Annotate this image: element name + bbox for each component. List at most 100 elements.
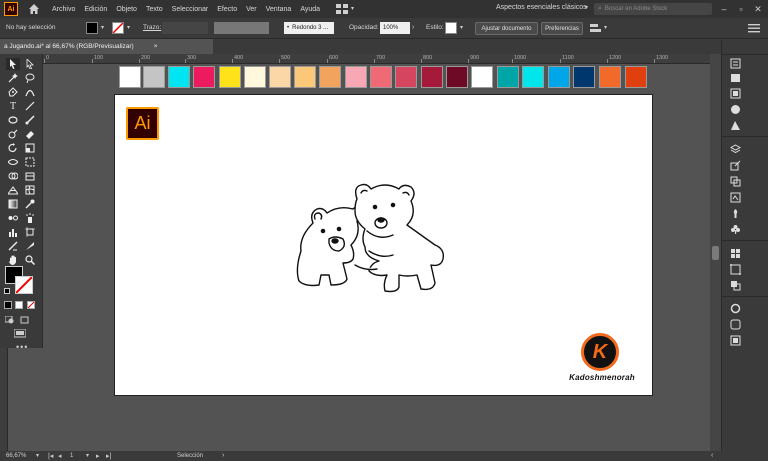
- align-panel-icon[interactable]: [729, 247, 741, 259]
- minimize-icon[interactable]: –: [717, 2, 731, 16]
- transparency-icon[interactable]: [729, 334, 741, 346]
- chevron-down-icon[interactable]: ▾: [36, 452, 39, 459]
- menu-texto[interactable]: Texto: [146, 6, 163, 13]
- document-tab[interactable]: a Jugando.ai* al 66,67% (RGB/Previsualiz…: [0, 39, 213, 54]
- magic-wand-tool-icon[interactable]: [6, 72, 20, 84]
- swatch-chip[interactable]: [370, 66, 392, 88]
- panel-menu-icon[interactable]: [748, 23, 760, 33]
- stroke-color-swatch[interactable]: [15, 276, 33, 294]
- swatch-chip[interactable]: [244, 66, 266, 88]
- default-colors-icon[interactable]: [4, 288, 10, 294]
- screen-mode-icon[interactable]: [13, 328, 27, 338]
- chevron-down-icon[interactable]: ▾: [101, 24, 104, 31]
- swatch-chip[interactable]: [143, 66, 165, 88]
- stroke-weight-field[interactable]: [162, 22, 208, 34]
- direct-selection-tool-icon[interactable]: [23, 58, 37, 70]
- menu-efecto[interactable]: Efecto: [217, 6, 237, 13]
- symbol-sprayer-tool-icon[interactable]: [23, 212, 37, 224]
- swatch-chip[interactable]: [219, 66, 241, 88]
- swatch-chip[interactable]: [119, 66, 141, 88]
- arrange-documents-icon[interactable]: [336, 4, 348, 14]
- menu-ventana[interactable]: Ventana: [266, 6, 292, 13]
- menu-seleccionar[interactable]: Seleccionar: [172, 6, 209, 13]
- graphic-styles-icon[interactable]: [729, 318, 741, 330]
- vertical-ruler[interactable]: [0, 348, 8, 451]
- color-mode-icon[interactable]: [4, 301, 12, 309]
- stroke-label[interactable]: Trazo:: [143, 24, 161, 31]
- selection-tool-icon[interactable]: [6, 58, 20, 70]
- artboard-number[interactable]: 1: [70, 453, 73, 459]
- mesh-tool-icon[interactable]: [23, 184, 37, 196]
- asset-export-icon[interactable]: [729, 191, 741, 203]
- swatch-chip[interactable]: [573, 66, 595, 88]
- hand-tool-icon[interactable]: [6, 254, 20, 266]
- layers-icon[interactable]: [729, 143, 741, 155]
- opacity-field[interactable]: 100%: [380, 22, 410, 34]
- swatch-chip[interactable]: [193, 66, 215, 88]
- swatch-chip[interactable]: [599, 66, 621, 88]
- more-tools-icon[interactable]: •••: [16, 342, 28, 352]
- perspective-grid-tool-icon[interactable]: [6, 184, 20, 196]
- lasso-tool-icon[interactable]: [23, 72, 37, 84]
- menu-ver[interactable]: Ver: [246, 6, 257, 13]
- close-tab-icon[interactable]: ×: [154, 43, 158, 50]
- brushes-icon[interactable]: [729, 119, 741, 131]
- variable-width-profile[interactable]: [214, 22, 269, 34]
- swatch-chip[interactable]: [625, 66, 647, 88]
- next-artboard-icon[interactable]: ▸: [96, 452, 100, 460]
- appearance-icon[interactable]: [729, 302, 741, 314]
- scroll-thumb[interactable]: [712, 246, 719, 260]
- blend-tool-icon[interactable]: [6, 212, 20, 224]
- none-mode-icon[interactable]: [27, 301, 35, 309]
- chevron-down-icon[interactable]: ▾: [585, 4, 588, 11]
- menu-objeto[interactable]: Objeto: [116, 6, 137, 13]
- previous-artboard-icon[interactable]: ◂: [58, 452, 62, 460]
- chevron-right-icon[interactable]: ›: [222, 452, 224, 459]
- chevron-down-icon[interactable]: ▾: [127, 24, 130, 31]
- shaper-tool-icon[interactable]: [6, 128, 20, 140]
- swatch-chip[interactable]: [471, 66, 493, 88]
- first-artboard-icon[interactable]: |◂: [48, 452, 53, 460]
- eraser-tool-icon[interactable]: [23, 128, 37, 140]
- clubs-icon[interactable]: [729, 223, 741, 235]
- color-guide-icon[interactable]: [729, 87, 741, 99]
- align-icon[interactable]: [590, 23, 602, 33]
- rectangle-tool-icon[interactable]: [6, 114, 20, 126]
- curvature-tool-icon[interactable]: [23, 86, 37, 98]
- stock-search-input[interactable]: ⌕ Buscar en Adobe Stock: [594, 3, 712, 15]
- swatch-chip[interactable]: [421, 66, 443, 88]
- menu-archivo[interactable]: Archivo: [52, 6, 75, 13]
- close-window-icon[interactable]: ✕: [751, 2, 765, 16]
- zoom-level[interactable]: 66,67%: [6, 453, 26, 459]
- scroll-left-icon[interactable]: ‹: [711, 452, 713, 459]
- brush-definition[interactable]: • Redondo 3 ...: [284, 22, 334, 34]
- draw-mode-icon[interactable]: [4, 315, 15, 324]
- properties-icon[interactable]: [729, 57, 741, 69]
- draw-behind-icon[interactable]: [20, 316, 30, 324]
- fill-swatch[interactable]: [86, 22, 98, 34]
- menu-edicion[interactable]: Edición: [84, 6, 107, 13]
- menu-ayuda[interactable]: Ayuda: [300, 6, 320, 13]
- last-artboard-icon[interactable]: ▸|: [106, 452, 111, 460]
- swatch-chip[interactable]: [269, 66, 291, 88]
- type-tool-icon[interactable]: T: [6, 100, 20, 112]
- symbols-icon[interactable]: [729, 207, 741, 219]
- vertical-scrollbar[interactable]: [710, 54, 721, 451]
- paintbrush-tool-icon[interactable]: [23, 114, 37, 126]
- scale-tool-icon[interactable]: [23, 142, 37, 154]
- gradient-mode-icon[interactable]: [15, 301, 23, 309]
- shape-builder-tool-icon[interactable]: [6, 170, 20, 182]
- swatch-chip[interactable]: [497, 66, 519, 88]
- graphic-style-swatch[interactable]: [445, 22, 457, 34]
- eyedropper-tool-icon[interactable]: [23, 198, 37, 210]
- swatch-chip[interactable]: [522, 66, 544, 88]
- gradient-tool-icon[interactable]: [6, 198, 20, 210]
- swatch-chip[interactable]: [319, 66, 341, 88]
- horizontal-ruler[interactable]: 0 100 200 300 400 500 600 700 800 900 10…: [34, 54, 710, 64]
- free-transform-tool-icon[interactable]: [23, 156, 37, 168]
- export-icon[interactable]: [729, 159, 741, 171]
- libraries-icon[interactable]: [729, 71, 741, 83]
- slice-tool-icon[interactable]: [6, 240, 20, 252]
- swatches-icon[interactable]: [729, 103, 741, 115]
- adjust-document-button[interactable]: Ajustar documento: [475, 22, 538, 35]
